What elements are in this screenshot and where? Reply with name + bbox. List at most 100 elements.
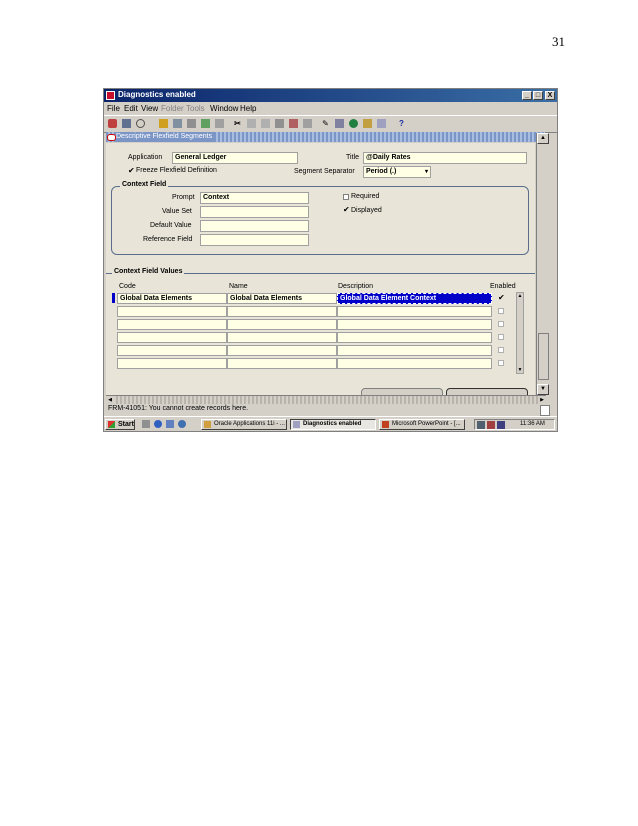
- save-icon[interactable]: [159, 119, 168, 128]
- scroll-thumb[interactable]: [538, 333, 549, 380]
- attachments-icon[interactable]: [363, 119, 372, 128]
- name-cell[interactable]: [227, 345, 337, 356]
- network-icon[interactable]: [477, 421, 485, 429]
- edit-field-icon[interactable]: ✎: [321, 119, 330, 128]
- minimize-button[interactable]: _: [522, 91, 532, 100]
- form-horizontal-scrollbar[interactable]: ◀ ▶: [106, 395, 546, 404]
- enabled-checkbox[interactable]: [498, 360, 504, 366]
- enabled-checkbox[interactable]: [498, 347, 504, 353]
- taskbar-diagnostics-button[interactable]: Diagnostics enabled: [290, 419, 376, 430]
- antivirus-icon[interactable]: [487, 421, 495, 429]
- outlook-icon[interactable]: [166, 420, 174, 428]
- enabled-checkbox[interactable]: [498, 334, 504, 340]
- cut-icon[interactable]: [215, 119, 224, 128]
- code-cell[interactable]: [117, 332, 227, 343]
- menu-window[interactable]: Window: [210, 104, 238, 113]
- prompt-field[interactable]: Context: [200, 192, 309, 204]
- menu-tools[interactable]: Tools: [186, 104, 205, 113]
- application-field[interactable]: General Ledger: [172, 152, 298, 164]
- clear-record-icon[interactable]: [303, 119, 312, 128]
- help-icon[interactable]: ?: [397, 119, 406, 128]
- find-icon[interactable]: [122, 119, 131, 128]
- clock[interactable]: 11:36 AM: [520, 421, 545, 427]
- displayed-label: Displayed: [351, 207, 382, 214]
- description-cell[interactable]: [337, 332, 492, 343]
- new-record-icon[interactable]: [275, 119, 284, 128]
- status-bar: FRM-41051: You cannot create records her…: [104, 404, 557, 416]
- code-cell[interactable]: [117, 306, 227, 317]
- table-scrollbar[interactable]: ▲ ▼: [516, 292, 524, 374]
- name-cell[interactable]: [227, 319, 337, 330]
- menu-edit[interactable]: Edit: [124, 104, 138, 113]
- start-button[interactable]: Start: [105, 419, 135, 430]
- code-cell[interactable]: [117, 319, 227, 330]
- description-cell[interactable]: [337, 345, 492, 356]
- zoom-icon[interactable]: [335, 119, 344, 128]
- value-set-field[interactable]: [200, 206, 309, 218]
- name-cell[interactable]: Global Data Elements: [227, 293, 337, 304]
- code-cell[interactable]: [117, 345, 227, 356]
- paste-icon[interactable]: [261, 119, 270, 128]
- description-cell[interactable]: Global Data Element Context: [337, 293, 492, 304]
- menu-folder[interactable]: Folder: [161, 104, 184, 113]
- scissors-icon[interactable]: ✂: [233, 119, 242, 128]
- description-cell[interactable]: [337, 358, 492, 369]
- enabled-checkbox[interactable]: ✔: [498, 294, 505, 302]
- internet-explorer-icon[interactable]: [154, 420, 162, 428]
- menu-help[interactable]: Help: [240, 104, 256, 113]
- application-screenshot: Diagnostics enabled _ □ X File Edit View…: [103, 88, 558, 432]
- name-cell[interactable]: [227, 358, 337, 369]
- scroll-down-icon[interactable]: ▼: [517, 367, 523, 373]
- value-set-label: Value Set: [162, 208, 192, 215]
- media-icon[interactable]: [178, 420, 186, 428]
- description-cell[interactable]: [337, 306, 492, 317]
- menu-file[interactable]: File: [107, 104, 120, 113]
- description-cell[interactable]: [337, 319, 492, 330]
- separator-select[interactable]: Period (.) ▾: [363, 166, 431, 178]
- form-title-bar[interactable]: Descriptive Flexfield Segments: [106, 132, 545, 142]
- default-value-field[interactable]: [200, 220, 309, 232]
- reference-field-field[interactable]: [200, 234, 309, 246]
- name-cell[interactable]: [227, 332, 337, 343]
- column-header-description: Description: [338, 283, 374, 290]
- title-field[interactable]: @Daily Rates: [363, 152, 527, 164]
- powerpoint-task-icon: [382, 421, 389, 428]
- freeze-checkbox[interactable]: ✔: [128, 167, 135, 175]
- next-step-icon[interactable]: [173, 119, 182, 128]
- delete-record-icon[interactable]: [289, 119, 298, 128]
- required-checkbox[interactable]: [343, 194, 349, 200]
- scroll-up-icon[interactable]: ▲: [517, 293, 523, 299]
- close-button[interactable]: X: [545, 91, 555, 100]
- copy-icon[interactable]: [247, 119, 256, 128]
- show-navigator-icon[interactable]: [136, 119, 145, 128]
- close-form-icon[interactable]: [201, 119, 210, 128]
- scroll-right-icon[interactable]: ▶: [538, 396, 546, 404]
- context-values-title: Context Field Values: [112, 268, 185, 275]
- form-vertical-scrollbar[interactable]: ▲ ▼: [536, 133, 549, 395]
- window-title-bar[interactable]: Diagnostics enabled _ □ X: [104, 89, 557, 102]
- name-cell[interactable]: [227, 306, 337, 317]
- volume-icon[interactable]: [497, 421, 505, 429]
- scroll-up-icon[interactable]: ▲: [537, 133, 549, 144]
- scroll-down-icon[interactable]: ▼: [537, 384, 549, 395]
- displayed-checkbox[interactable]: ✔: [343, 206, 350, 214]
- new-icon[interactable]: [108, 119, 117, 128]
- folder-tools-icon[interactable]: [377, 119, 386, 128]
- code-cell[interactable]: [117, 358, 227, 369]
- enabled-checkbox[interactable]: [498, 321, 504, 327]
- scroll-left-icon[interactable]: ◀: [106, 396, 114, 404]
- menu-view[interactable]: View: [141, 104, 158, 113]
- code-cell[interactable]: Global Data Elements: [117, 293, 227, 304]
- taskbar-oracle-button[interactable]: Oracle Applications 11i - ...: [201, 419, 287, 430]
- default-value-label: Default Value: [150, 222, 192, 229]
- page-number: 31: [552, 34, 565, 49]
- windows-logo-icon: [108, 421, 115, 428]
- print-icon[interactable]: [187, 119, 196, 128]
- flexfield-form: Application General Ledger Title @Daily …: [106, 143, 535, 400]
- maximize-button[interactable]: □: [533, 91, 543, 100]
- taskbar-powerpoint-button[interactable]: Microsoft PowerPoint - [...: [379, 419, 465, 430]
- diagnostics-task-icon: [293, 421, 300, 428]
- show-desktop-icon[interactable]: [142, 420, 150, 428]
- translations-icon[interactable]: [349, 119, 358, 128]
- enabled-checkbox[interactable]: [498, 308, 504, 314]
